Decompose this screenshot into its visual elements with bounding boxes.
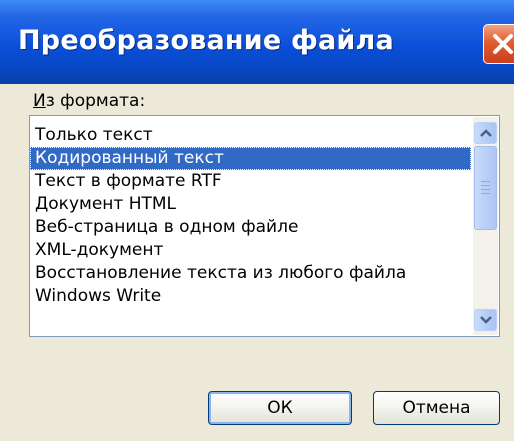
grip-icon	[481, 181, 490, 194]
convert-file-dialog: Преобразование файла Из формата: Только …	[0, 0, 514, 441]
list-item[interactable]: Восстановление текста из любого файла	[30, 262, 471, 285]
format-listbox[interactable]: Только текст Кодированный текст Текст в …	[29, 115, 500, 337]
list-item[interactable]: Веб-страница в одном файле	[30, 216, 471, 239]
title-bar[interactable]: Преобразование файла	[0, 0, 514, 84]
list-item[interactable]: Текст в формате RTF	[30, 170, 471, 193]
format-list: Только текст Кодированный текст Текст в …	[30, 124, 471, 308]
cancel-button[interactable]: Отмена	[373, 391, 500, 425]
list-item-selected[interactable]: Кодированный текст	[30, 147, 471, 170]
dialog-title: Преобразование файла	[18, 25, 394, 56]
list-item[interactable]: XML-документ	[30, 239, 471, 262]
scroll-up-button[interactable]	[474, 122, 497, 144]
chevron-down-icon	[480, 316, 492, 324]
list-item[interactable]: Только текст	[30, 124, 471, 147]
from-format-label-text: з формата:	[45, 91, 146, 111]
scroll-down-button[interactable]	[474, 309, 497, 331]
ok-button[interactable]: ОК	[208, 391, 352, 425]
scroll-thumb[interactable]	[474, 146, 497, 230]
chevron-up-icon	[480, 129, 492, 137]
vertical-scrollbar[interactable]	[473, 117, 498, 335]
list-item[interactable]: Документ HTML	[30, 193, 471, 216]
close-icon	[493, 34, 513, 54]
from-format-label: Из формата:	[33, 91, 145, 111]
from-format-accelerator: И	[33, 91, 46, 111]
close-button[interactable]	[483, 24, 514, 64]
list-item[interactable]: Windows Write	[30, 285, 471, 308]
